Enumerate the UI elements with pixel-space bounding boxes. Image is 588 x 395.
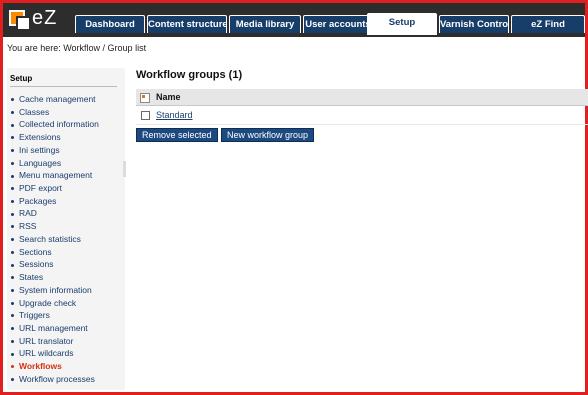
row-checkbox[interactable] <box>141 111 150 120</box>
bullet-icon <box>11 327 14 331</box>
bullet-icon <box>11 250 14 254</box>
tab-dashboard[interactable]: Dashboard <box>75 15 145 33</box>
sidebar-item-languages[interactable]: Languages <box>11 157 99 170</box>
bullet-icon <box>11 200 14 203</box>
toggle-selection-icon[interactable] <box>140 93 150 103</box>
app-window: eZ Dashboard Content structure Media lib… <box>0 0 588 395</box>
tab-setup[interactable]: Setup <box>367 13 437 35</box>
sidebar-item-search-statistics[interactable]: Search statistics <box>11 233 99 246</box>
sidebar-item-url-wildcards[interactable]: URL wildcards <box>11 347 99 360</box>
sidebar-item-url-management[interactable]: URL management <box>11 322 99 335</box>
table-header: Name <box>136 89 588 106</box>
new-workflow-group-button[interactable]: New workflow group <box>221 128 315 142</box>
page-title: Workflow groups (1) <box>136 69 243 81</box>
sidebar-item-triggers[interactable]: Triggers <box>11 309 99 322</box>
bullet-icon <box>11 161 14 165</box>
sidebar: Setup Cache management Classes Collected… <box>7 68 125 390</box>
sidebar-item-cache-management[interactable]: Cache management <box>11 93 99 106</box>
bullet-icon <box>11 263 14 267</box>
bullet-icon <box>11 339 14 343</box>
tab-media-library[interactable]: Media library <box>229 15 301 33</box>
workflow-group-link[interactable]: Standard <box>156 110 193 120</box>
sidebar-item-extensions[interactable]: Extensions <box>11 131 99 144</box>
tab-ez-find[interactable]: eZ Find <box>511 15 585 33</box>
sidebar-item-system-information[interactable]: System information <box>11 284 99 297</box>
bullet-icon <box>11 149 14 153</box>
sidebar-item-sessions[interactable]: Sessions <box>11 258 99 271</box>
sidebar-item-collected-information[interactable]: Collected information <box>11 118 99 131</box>
bullet-icon <box>11 276 14 280</box>
bullet-icon <box>11 378 14 382</box>
bullet-icon <box>11 123 14 127</box>
sidebar-item-pdf-export[interactable]: PDF export <box>11 182 99 195</box>
breadcrumb: You are here: Workflow / Group list <box>7 43 147 53</box>
tab-varnish-control[interactable]: Varnish Control <box>439 15 509 33</box>
bullet-icon <box>11 187 14 191</box>
bullet-icon <box>11 289 14 293</box>
sidebar-item-packages[interactable]: Packages <box>11 195 99 208</box>
sidebar-resize-handle[interactable] <box>123 161 126 177</box>
sidebar-menu: Cache management Classes Collected infor… <box>11 93 99 386</box>
sidebar-item-url-translator[interactable]: URL translator <box>11 335 99 348</box>
bullet-icon <box>11 301 14 305</box>
bullet-icon <box>11 110 14 114</box>
top-bar: eZ Dashboard Content structure Media lib… <box>3 3 585 37</box>
ez-logo[interactable]: eZ <box>7 7 69 33</box>
logo-white-square-icon <box>16 16 31 31</box>
bullet-icon <box>11 314 14 318</box>
logo-text: eZ <box>32 7 58 29</box>
sidebar-item-sections[interactable]: Sections <box>11 246 99 259</box>
sidebar-item-classes[interactable]: Classes <box>11 106 99 119</box>
sidebar-title: Setup <box>10 74 33 83</box>
tab-content-structure[interactable]: Content structure <box>147 15 227 33</box>
bullet-icon <box>11 136 14 140</box>
bullet-icon <box>11 365 14 369</box>
sidebar-item-upgrade-check[interactable]: Upgrade check <box>11 297 99 310</box>
sidebar-item-workflow-processes[interactable]: Workflow processes <box>11 373 99 386</box>
column-header-name: Name <box>156 92 181 102</box>
sidebar-item-menu-management[interactable]: Menu management <box>11 169 99 182</box>
sidebar-item-states[interactable]: States <box>11 271 99 284</box>
sidebar-item-ini-settings[interactable]: Ini settings <box>11 144 99 157</box>
sidebar-item-rss[interactable]: RSS <box>11 220 99 233</box>
bullet-icon <box>11 352 14 356</box>
tab-user-accounts[interactable]: User accounts <box>303 15 373 33</box>
bullet-icon <box>11 238 14 242</box>
bullet-icon <box>11 174 14 178</box>
bullet-icon <box>11 212 14 216</box>
sidebar-divider <box>10 86 117 87</box>
bullet-icon <box>11 98 14 102</box>
sidebar-item-rad[interactable]: RAD <box>11 207 99 220</box>
remove-selected-button[interactable]: Remove selected <box>136 128 218 142</box>
table-row: Standard <box>136 108 588 125</box>
sidebar-item-workflows[interactable]: Workflows <box>11 360 99 373</box>
bullet-icon <box>11 225 14 229</box>
